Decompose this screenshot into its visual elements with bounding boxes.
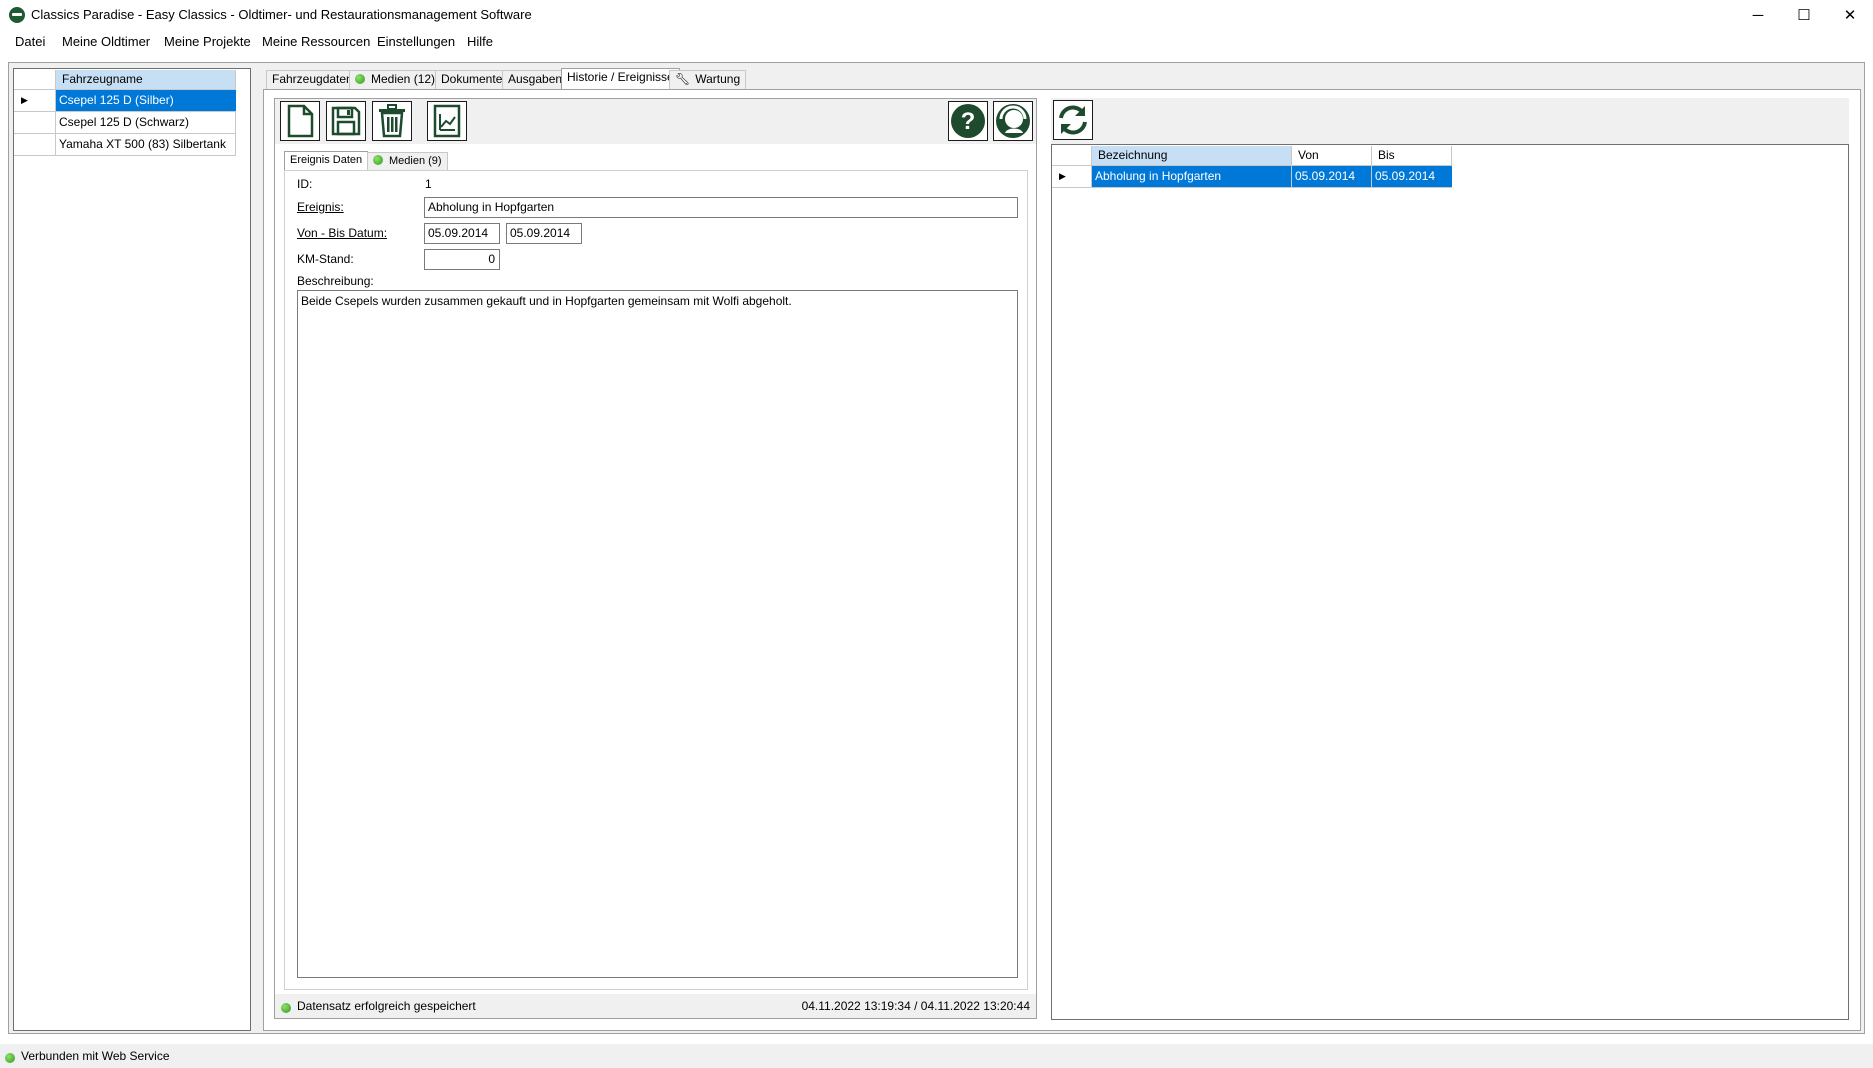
record-status-strip: Datensatz erfolgreich gespeichert 04.11.… xyxy=(275,994,1036,1018)
support-button[interactable] xyxy=(993,101,1033,141)
subtab-ereignis-daten[interactable]: Ereignis Daten xyxy=(284,151,369,171)
km-label: KM-Stand: xyxy=(297,252,354,266)
bis-date-input[interactable]: 05.09.2014 xyxy=(506,223,582,244)
vehicle-row[interactable]: Csepel 125 D (Silber) xyxy=(56,90,236,112)
minimize-button[interactable]: ─ xyxy=(1735,0,1781,30)
save-icon xyxy=(331,106,361,136)
tab-wartung[interactable]: 🔧︎ Wartung xyxy=(669,70,747,89)
grid-corner xyxy=(1052,146,1092,166)
connection-status-bar: Verbunden mit Web Service xyxy=(0,1044,1873,1068)
title-bar: Classics Paradise - Easy Classics - Oldt… xyxy=(0,0,1873,30)
record-timestamps: 04.11.2022 13:19:34 / 04.11.2022 13:20:4… xyxy=(801,999,1030,1013)
id-label: ID: xyxy=(297,177,313,191)
column-header-bezeichnung[interactable]: Bezeichnung xyxy=(1092,146,1292,166)
column-header-von[interactable]: Von xyxy=(1292,146,1372,166)
event-cell-von[interactable]: 05.09.2014 xyxy=(1292,166,1372,188)
row-header[interactable]: ▶ xyxy=(14,90,56,112)
vehicle-row[interactable]: Yamaha XT 500 (83) Silbertank xyxy=(56,134,236,156)
tab-historie-ereignisse[interactable]: Historie / Ereignisse xyxy=(561,68,680,90)
status-dot-icon xyxy=(373,155,383,165)
current-row-arrow-icon: ▶ xyxy=(1059,171,1066,181)
km-stand-input[interactable]: 0 xyxy=(424,249,500,270)
new-button[interactable] xyxy=(280,101,320,141)
row-header[interactable] xyxy=(14,112,56,134)
support-icon xyxy=(996,104,1030,138)
delete-button[interactable] xyxy=(372,101,412,141)
menu-hilfe[interactable]: Hilfe xyxy=(467,34,493,49)
window-title: Classics Paradise - Easy Classics - Oldt… xyxy=(31,7,532,22)
event-cell-bezeichnung[interactable]: Abholung in Hopfgarten xyxy=(1092,166,1292,188)
id-value: 1 xyxy=(425,177,432,191)
menu-einstellungen[interactable]: Einstellungen xyxy=(377,34,455,49)
help-icon: ? xyxy=(951,104,985,138)
vehicle-column-header[interactable]: Fahrzeugname xyxy=(56,70,236,90)
menu-meine-projekte[interactable]: Meine Projekte xyxy=(164,34,251,49)
menu-datei[interactable]: Datei xyxy=(15,34,45,49)
ereignis-input[interactable]: Abholung in Hopfgarten xyxy=(424,197,1018,218)
save-button[interactable] xyxy=(326,101,366,141)
wrench-icon: 🔧︎ xyxy=(675,72,691,86)
ereignis-label: Ereignis: xyxy=(297,200,344,214)
help-button[interactable]: ? xyxy=(948,101,988,141)
editor-toolbar: ? xyxy=(275,99,1036,144)
tab-fahrzeugdaten[interactable]: Fahrzeugdaten xyxy=(266,70,359,89)
report-button[interactable] xyxy=(427,101,467,141)
tab-wartung-label: Wartung xyxy=(695,72,741,86)
delete-icon xyxy=(379,104,405,138)
menu-meine-ressourcen[interactable]: Meine Ressourcen xyxy=(262,34,370,49)
events-toolbar xyxy=(1051,98,1849,144)
datum-label: Von - Bis Datum: xyxy=(297,226,388,240)
tab-ausgaben[interactable]: Ausgaben xyxy=(502,70,569,89)
tab-medien[interactable]: Medien (12) xyxy=(349,70,442,89)
menu-meine-oldtimer[interactable]: Meine Oldtimer xyxy=(62,34,150,49)
close-button[interactable]: ✕ xyxy=(1827,0,1873,30)
subtab-medien-label: Medien (9) xyxy=(389,155,442,167)
row-header[interactable]: ▶ xyxy=(1052,166,1092,188)
tab-dokumente[interactable]: Dokumente xyxy=(435,70,509,89)
save-status-message: Datensatz erfolgreich gespeichert xyxy=(297,999,476,1013)
beschreibung-textarea[interactable]: Beide Csepels wurden zusammen gekauft un… xyxy=(297,290,1018,978)
menu-bar: Datei Meine Oldtimer Meine Projekte Mein… xyxy=(0,30,1873,54)
grid-corner xyxy=(14,70,56,90)
event-cell-bis[interactable]: 05.09.2014 xyxy=(1372,166,1452,188)
current-row-arrow-icon: ▶ xyxy=(21,95,28,105)
report-chart-icon xyxy=(433,104,461,138)
vehicle-grid[interactable]: Fahrzeugname ▶ Csepel 125 D (Silber) Cse… xyxy=(13,68,251,1031)
connection-status-text: Verbunden mit Web Service xyxy=(21,1049,170,1063)
subtab-medien[interactable]: Medien (9) xyxy=(367,152,448,170)
events-grid[interactable]: Bezeichnung Von Bis ▶ Abholung in Hopfga… xyxy=(1051,144,1849,1020)
maximize-button[interactable]: ☐ xyxy=(1781,0,1827,30)
beschreibung-label: Beschreibung: xyxy=(297,274,374,288)
connection-ok-icon xyxy=(5,1053,15,1063)
tab-medien-label: Medien (12) xyxy=(371,72,436,86)
vehicle-row[interactable]: Csepel 125 D (Schwarz) xyxy=(56,112,236,134)
von-date-input[interactable]: 05.09.2014 xyxy=(424,223,500,244)
refresh-icon xyxy=(1059,105,1087,135)
status-dot-icon xyxy=(355,74,365,84)
row-header[interactable] xyxy=(14,134,56,156)
refresh-button[interactable] xyxy=(1053,100,1093,140)
new-document-icon xyxy=(287,104,314,138)
app-logo-icon xyxy=(9,7,25,23)
svg-text:?: ? xyxy=(961,108,976,135)
status-ok-icon xyxy=(281,1003,291,1013)
column-header-bis[interactable]: Bis xyxy=(1372,146,1452,166)
